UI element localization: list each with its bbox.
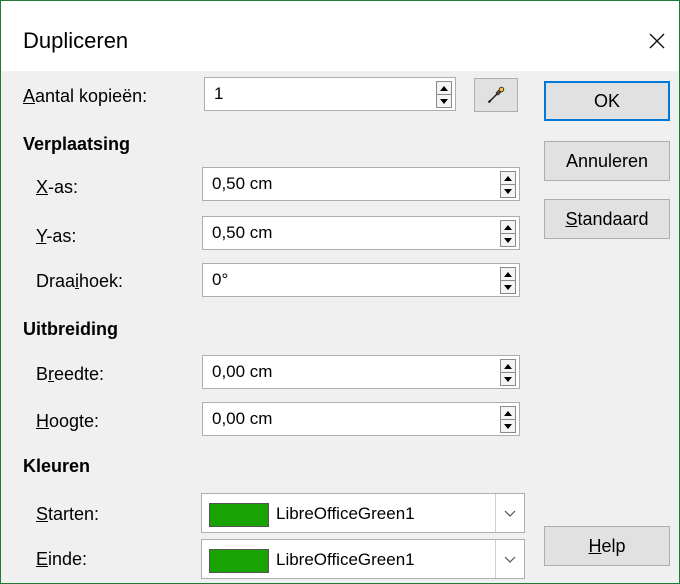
values-from-selection-button[interactable]	[474, 78, 518, 112]
angle-label: Draaihoek:	[36, 271, 124, 291]
title-bar: Dupliceren	[1, 1, 679, 71]
height-spinner	[500, 406, 516, 433]
y-axis-increment-button[interactable]	[500, 220, 516, 234]
arrow-down-icon	[504, 423, 512, 429]
end-color-dropdown-button[interactable]	[495, 540, 524, 578]
x-axis-field[interactable]: 0,50 cm	[202, 167, 520, 201]
arrow-up-icon	[504, 271, 512, 277]
end-color-value: LibreOfficeGreen1	[276, 550, 415, 569]
copies-spinner	[436, 81, 452, 108]
arrow-down-icon	[504, 237, 512, 243]
angle-field[interactable]: 0°	[202, 263, 520, 297]
y-axis-decrement-button[interactable]	[500, 233, 516, 247]
height-value: 0,00 cm	[212, 409, 273, 428]
arrow-up-icon	[440, 85, 448, 91]
help-button[interactable]: Help	[544, 526, 670, 566]
copies-label: Aantal kopieën:	[23, 86, 148, 106]
x-axis-increment-button[interactable]	[500, 171, 516, 185]
arrow-up-icon	[504, 363, 512, 369]
arrow-up-icon	[504, 175, 512, 181]
copies-increment-button[interactable]	[436, 81, 452, 95]
copies-decrement-button[interactable]	[436, 94, 452, 108]
colors-heading: Kleuren	[23, 456, 91, 476]
x-axis-value: 0,50 cm	[212, 174, 273, 193]
height-decrement-button[interactable]	[500, 419, 516, 433]
close-button[interactable]	[635, 19, 679, 63]
start-color-value: LibreOfficeGreen1	[276, 504, 415, 523]
width-increment-button[interactable]	[500, 359, 516, 373]
y-axis-value: 0,50 cm	[212, 223, 273, 242]
angle-spinner	[500, 267, 516, 294]
width-value: 0,00 cm	[212, 362, 273, 381]
default-button[interactable]: Standaard	[544, 199, 670, 239]
arrow-down-icon	[504, 188, 512, 194]
width-field[interactable]: 0,00 cm	[202, 355, 520, 389]
start-color-dropdown[interactable]: LibreOfficeGreen1	[201, 493, 525, 533]
height-increment-button[interactable]	[500, 406, 516, 420]
ok-button[interactable]: OK	[544, 81, 670, 121]
angle-decrement-button[interactable]	[500, 280, 516, 294]
arrow-down-icon	[440, 98, 448, 104]
y-axis-label: Y-as:	[36, 226, 77, 246]
angle-increment-button[interactable]	[500, 267, 516, 281]
dialog-title: Dupliceren	[23, 28, 129, 53]
height-label: Hoogte:	[36, 411, 100, 431]
arrow-up-icon	[504, 224, 512, 230]
x-axis-decrement-button[interactable]	[500, 184, 516, 198]
x-axis-spinner	[500, 171, 516, 198]
copies-value: 1	[214, 84, 224, 103]
angle-value: 0°	[212, 270, 229, 289]
enlargement-heading: Uitbreiding	[23, 319, 118, 339]
width-decrement-button[interactable]	[500, 372, 516, 386]
start-color-swatch	[209, 503, 269, 527]
start-color-label: Starten:	[36, 504, 100, 524]
width-label: Breedte:	[36, 364, 105, 384]
chevron-down-icon	[504, 510, 516, 517]
end-color-dropdown[interactable]: LibreOfficeGreen1	[201, 539, 525, 579]
y-axis-field[interactable]: 0,50 cm	[202, 216, 520, 250]
copies-field[interactable]: 1	[204, 77, 456, 111]
arrow-up-icon	[504, 410, 512, 416]
start-color-dropdown-button[interactable]	[495, 494, 524, 532]
placement-heading: Verplaatsing	[23, 134, 131, 154]
width-spinner	[500, 359, 516, 386]
pipette-icon	[487, 86, 505, 104]
height-field[interactable]: 0,00 cm	[202, 402, 520, 436]
chevron-down-icon	[504, 556, 516, 563]
cancel-button[interactable]: Annuleren	[544, 141, 670, 181]
x-axis-label: X-as:	[36, 177, 79, 197]
duplicate-dialog: Dupliceren Aantal kopieën: 1 Verplaatsin…	[0, 0, 680, 584]
end-color-swatch	[209, 549, 269, 573]
arrow-down-icon	[504, 376, 512, 382]
end-color-label: Einde:	[36, 549, 88, 569]
y-axis-spinner	[500, 220, 516, 247]
arrow-down-icon	[504, 284, 512, 290]
close-icon	[649, 33, 665, 49]
